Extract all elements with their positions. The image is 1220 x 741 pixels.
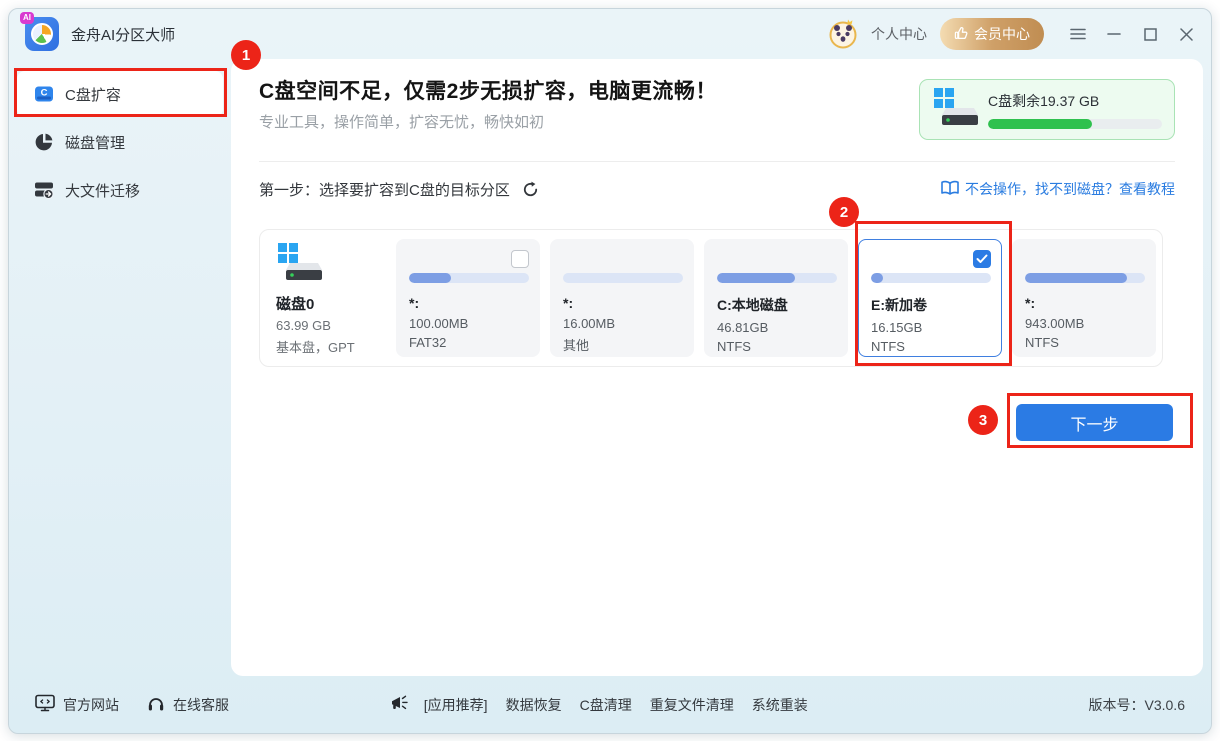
window-controls — [1069, 25, 1195, 43]
official-site-label: 官方网站 — [63, 695, 119, 715]
disk-info: 磁盘0 63.99 GB 基本盘，GPT — [274, 241, 386, 356]
sidebar: C C盘扩容 磁盘管理 — [9, 59, 231, 676]
version-label: 版本号：V3.0.6 — [1089, 695, 1185, 715]
partition-usage-track — [871, 273, 991, 283]
recommend-label: [应用推荐] — [424, 695, 488, 715]
partition-filesystem: NTFS — [1025, 335, 1143, 350]
partition-size: 16.00MB — [563, 316, 681, 331]
footer-recommendations: [应用推荐] 数据恢复 C盘清理 重复文件清理 系统重装 — [390, 694, 928, 715]
partition-filesystem: 其他 — [563, 335, 681, 354]
sidebar-item-c-drive-expand[interactable]: C C盘扩容 — [17, 71, 223, 117]
sidebar-item-large-file-migration[interactable]: 大文件迁移 — [17, 167, 223, 213]
step-label: 第一步：选择要扩容到C盘的目标分区 — [259, 179, 510, 200]
footer-link-system-reinstall[interactable]: 系统重装 — [752, 695, 808, 715]
refresh-icon[interactable] — [522, 181, 539, 198]
partition-label: *: — [563, 295, 681, 311]
personal-center-link[interactable]: 个人中心 — [871, 24, 927, 44]
user-avatar[interactable] — [828, 19, 858, 49]
sidebar-item-label: 大文件迁移 — [65, 180, 140, 201]
app-window: AI 金舟AI分区大师 个人中心 — [8, 8, 1212, 734]
partition-usage-track — [1025, 273, 1145, 283]
step-row: 第一步：选择要扩容到C盘的目标分区 不会操作，找不到磁盘？查看教程 — [259, 176, 1175, 202]
partition-label: *: — [409, 295, 527, 311]
c-drive-progress-fill — [988, 119, 1092, 129]
disk-name: 磁盘0 — [276, 293, 386, 314]
partition-filesystem: FAT32 — [409, 335, 527, 350]
pie-disk-icon — [34, 132, 54, 152]
c-drive-free-label: C盘剩余19.37 GB — [988, 91, 1162, 111]
close-icon[interactable] — [1177, 25, 1195, 43]
member-center-label: 会员中心 — [974, 24, 1030, 44]
thumb-up-icon — [954, 26, 968, 43]
c-drive-status-info: C盘剩余19.37 GB — [988, 91, 1162, 129]
partition-card[interactable]: *: 16.00MB 其他 — [550, 239, 694, 357]
svg-text:C: C — [41, 88, 48, 99]
footer-link-c-drive-clean[interactable]: C盘清理 — [580, 695, 632, 715]
partition-label: C:本地磁盘 — [717, 295, 835, 315]
disk-type: 基本盘，GPT — [276, 337, 386, 356]
partition-checkbox-checked[interactable] — [973, 250, 991, 268]
hard-drive-icon — [932, 86, 978, 133]
online-service-label: 在线客服 — [173, 695, 229, 715]
headset-icon — [147, 695, 165, 715]
c-drive-icon: C — [34, 84, 54, 104]
footer-link-data-recovery[interactable]: 数据恢复 — [506, 695, 562, 715]
page-subtitle: 专业工具，操作简单，扩容无忧，畅快如初 — [259, 111, 544, 132]
partition-size: 46.81GB — [717, 320, 835, 335]
minimize-icon[interactable] — [1105, 25, 1123, 43]
partition-size: 100.00MB — [409, 316, 527, 331]
partition-card[interactable]: C:本地磁盘 46.81GB NTFS — [704, 239, 848, 357]
section-divider — [259, 161, 1175, 162]
official-site-link[interactable]: 官方网站 — [35, 694, 119, 715]
book-icon — [941, 180, 959, 199]
megaphone-icon — [390, 694, 410, 715]
migrate-drive-icon — [34, 180, 54, 200]
partition-size: 943.00MB — [1025, 316, 1143, 331]
app-title: 金舟AI分区大师 — [71, 24, 175, 45]
title-bar: AI 金舟AI分区大师 个人中心 — [9, 9, 1211, 59]
partition-usage-fill — [871, 273, 883, 283]
partition-usage-track — [717, 273, 837, 283]
tutorial-link[interactable]: 不会操作，找不到磁盘？查看教程 — [941, 179, 1175, 199]
screen: AI 金舟AI分区大师 个人中心 — [0, 0, 1220, 741]
footer-link-duplicate-clean[interactable]: 重复文件清理 — [650, 695, 734, 715]
titlebar-actions: 个人中心 会员中心 — [828, 18, 1195, 50]
c-drive-status-box: C盘剩余19.37 GB — [919, 79, 1175, 140]
menu-icon[interactable] — [1069, 25, 1087, 43]
sidebar-item-disk-management[interactable]: 磁盘管理 — [17, 119, 223, 165]
c-drive-progress-track — [988, 119, 1162, 129]
partition-card[interactable]: *: 943.00MB NTFS — [1012, 239, 1156, 357]
partition-filesystem: NTFS — [871, 339, 989, 354]
partition-size: 16.15GB — [871, 320, 989, 335]
partition-selector: 磁盘0 63.99 GB 基本盘，GPT *: 100.00MB FAT32 — [259, 229, 1163, 367]
partition-usage-track — [409, 273, 529, 283]
footer-bar: 官方网站 在线客服 — [9, 676, 1211, 733]
partition-filesystem: NTFS — [717, 339, 835, 354]
monitor-icon — [35, 694, 55, 715]
pie-chart-logo-icon — [31, 23, 53, 45]
footer-left: 官方网站 在线客服 — [35, 694, 229, 715]
app-logo-icon: AI — [25, 17, 59, 51]
sidebar-item-label: C盘扩容 — [65, 84, 121, 105]
partition-checkbox-unchecked[interactable] — [511, 250, 529, 268]
page-title: C盘空间不足，仅需2步无损扩容，电脑更流畅！ — [259, 75, 717, 105]
partition-card[interactable]: *: 100.00MB FAT32 — [396, 239, 540, 357]
partition-usage-fill — [717, 273, 795, 283]
partition-label: *: — [1025, 295, 1143, 311]
maximize-icon[interactable] — [1141, 25, 1159, 43]
partition-card-selected[interactable]: E:新加卷 16.15GB NTFS — [858, 239, 1002, 357]
ai-badge: AI — [20, 12, 34, 24]
main-panel: C盘空间不足，仅需2步无损扩容，电脑更流畅！ 专业工具，操作简单，扩容无忧，畅快… — [231, 59, 1203, 676]
partition-usage-fill — [409, 273, 451, 283]
member-center-button[interactable]: 会员中心 — [940, 18, 1044, 50]
tutorial-link-label: 不会操作，找不到磁盘？查看教程 — [965, 179, 1175, 199]
partition-label: E:新加卷 — [871, 295, 989, 315]
disk-size: 63.99 GB — [276, 318, 386, 333]
partition-usage-track — [563, 273, 683, 283]
online-service-link[interactable]: 在线客服 — [147, 695, 229, 715]
hard-drive-icon — [276, 270, 322, 287]
next-step-button[interactable]: 下一步 — [1016, 404, 1173, 441]
partition-usage-fill — [1025, 273, 1127, 283]
sidebar-item-label: 磁盘管理 — [65, 132, 125, 153]
